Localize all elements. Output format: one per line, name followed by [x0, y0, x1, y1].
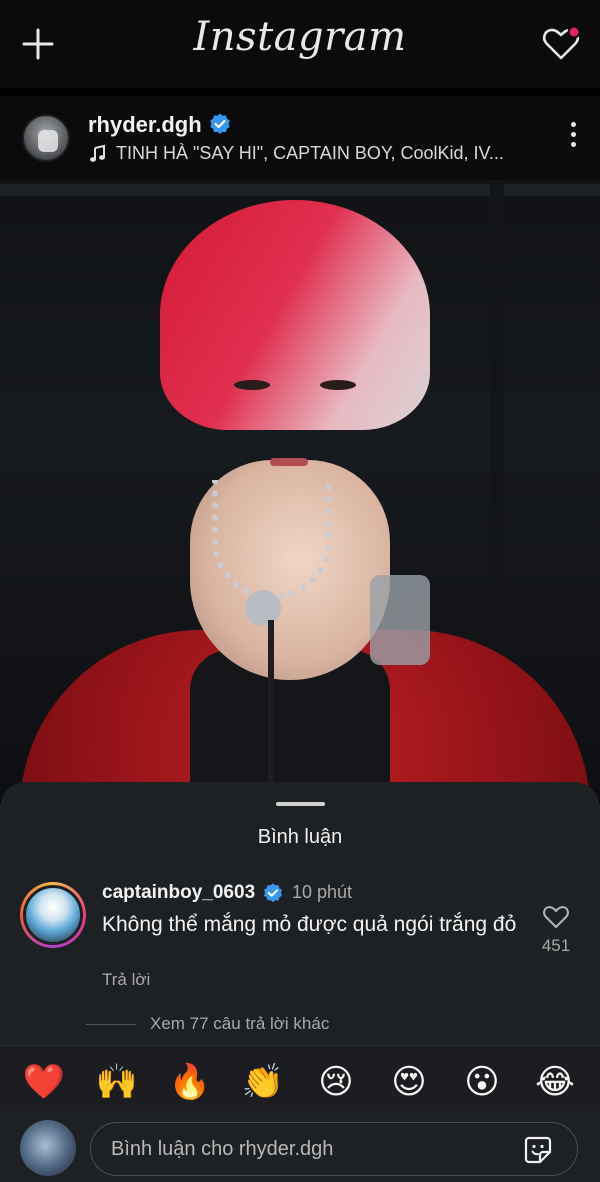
sheet-drag-handle[interactable] — [276, 802, 325, 806]
emoji-laughing[interactable]: 😂 — [533, 1060, 577, 1104]
comment-like-count: 451 — [541, 936, 571, 955]
view-more-replies[interactable]: Xem 77 câu trả lời khác — [86, 1012, 329, 1036]
sheet-title: Bình luận — [257, 826, 343, 848]
emoji-reaction-bar: ❤️ 🙌 🔥 👏 😢 😍 😮 😂 — [0, 1045, 600, 1111]
emoji-crying[interactable]: 😢 — [314, 1060, 358, 1104]
heart-icon[interactable] — [540, 24, 582, 64]
music-note-icon — [90, 144, 105, 162]
comment-time: 10 phút — [292, 882, 353, 902]
reply-button[interactable]: Trả lời — [102, 970, 150, 990]
like-comment-icon[interactable] — [542, 904, 570, 930]
post-username[interactable]: rhyder.dgh — [88, 112, 202, 138]
comments-sheet: Bình luận captainboy_0603 10 phút Không … — [0, 782, 600, 1182]
comment-input[interactable]: Bình luận cho rhyder.dgh — [90, 1122, 578, 1176]
comment-username[interactable]: captainboy_0603 — [102, 882, 255, 904]
notification-dot — [567, 25, 581, 39]
emoji-heart[interactable]: ❤️ — [22, 1060, 66, 1104]
sticker-icon[interactable] — [523, 1135, 553, 1165]
verified-badge-icon — [264, 883, 282, 903]
my-avatar[interactable] — [20, 1120, 76, 1176]
post-header: rhyder.dgh TINH HÀ "SAY HI", CAPTAIN BOY… — [0, 96, 600, 180]
more-options-icon[interactable] — [568, 122, 578, 152]
instagram-logo[interactable]: Instagram — [0, 14, 600, 60]
avatar[interactable] — [22, 114, 70, 162]
emoji-raised-hands[interactable]: 🙌 — [95, 1060, 139, 1104]
post-image[interactable] — [0, 180, 600, 800]
view-more-replies-label: Xem 77 câu trả lời khác — [150, 1014, 330, 1033]
audio-track-link[interactable]: TINH HÀ "SAY HI", CAPTAIN BOY, CoolKid, … — [116, 143, 526, 164]
emoji-heart-eyes[interactable]: 😍 — [387, 1060, 431, 1104]
emoji-clap[interactable]: 👏 — [241, 1060, 285, 1104]
comment-input-placeholder: Bình luận cho rhyder.dgh — [111, 1138, 334, 1160]
verified-badge-icon — [210, 113, 230, 134]
comment-text: Không thể mắng mỏ được quả ngói trắng đỏ — [102, 913, 517, 936]
emoji-fire[interactable]: 🔥 — [168, 1060, 212, 1104]
commenter-avatar[interactable] — [20, 882, 86, 948]
top-bar: Instagram — [0, 0, 600, 88]
emoji-surprised[interactable]: 😮 — [460, 1060, 504, 1104]
